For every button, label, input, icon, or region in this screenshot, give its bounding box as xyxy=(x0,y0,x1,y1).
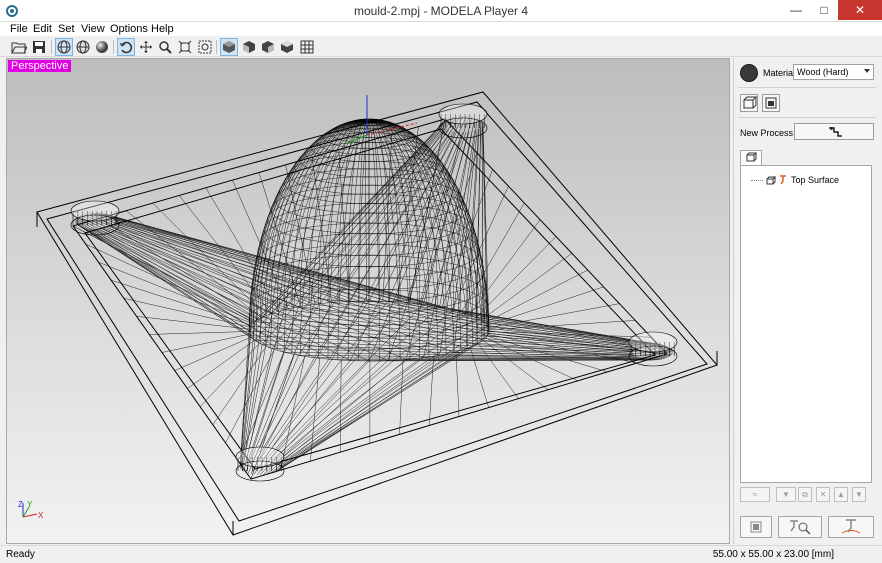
delete-button[interactable]: ✕ xyxy=(816,487,830,502)
title-bar: mould-2.mpj - MODELA Player 4 — □ ✕ xyxy=(0,0,882,22)
process-tree: Top Surface xyxy=(740,165,872,483)
process-icon xyxy=(780,175,786,185)
window-title: mould-2.mpj - MODELA Player 4 xyxy=(353,4,529,18)
pan-icon[interactable] xyxy=(137,38,155,56)
zoom-window-icon[interactable] xyxy=(196,38,214,56)
iso-view-icon[interactable] xyxy=(220,38,238,56)
material-select[interactable]: Wood (Hard) xyxy=(793,64,874,80)
top-view-icon[interactable] xyxy=(278,38,296,56)
axis-triad: Z Y X xyxy=(18,500,44,520)
model-settings-button[interactable] xyxy=(740,94,758,112)
right-panel: Material Wood (Hard) New Process Top Sur… xyxy=(733,58,878,544)
axis-label-y: Y xyxy=(27,500,33,509)
preview-button[interactable] xyxy=(778,516,822,538)
axis-label-x: X xyxy=(38,511,44,520)
copy-button[interactable]: ⧉ xyxy=(798,487,812,502)
model-size-button[interactable] xyxy=(762,94,780,112)
new-process-label: New Process xyxy=(740,128,794,138)
model-icon xyxy=(766,176,776,184)
menu-edit[interactable]: Edit xyxy=(33,23,52,35)
rotate-icon[interactable] xyxy=(117,38,135,56)
fit-icon[interactable] xyxy=(176,38,194,56)
mould-wireframe-model: Z Y X xyxy=(18,91,718,536)
status-text: Ready xyxy=(6,549,35,560)
edit-process-button[interactable]: ▼ xyxy=(776,487,796,502)
save-icon[interactable] xyxy=(30,38,48,56)
minimize-button[interactable]: — xyxy=(782,0,810,20)
new-process-button[interactable] xyxy=(794,123,874,140)
menu-help[interactable]: Help xyxy=(151,23,174,35)
tree-node-top-surface[interactable]: Top Surface xyxy=(751,175,839,185)
menu-set[interactable]: Set xyxy=(58,23,75,35)
front-view-icon[interactable] xyxy=(240,38,258,56)
shaded-view-icon[interactable] xyxy=(93,38,111,56)
material-label: Material xyxy=(763,68,796,78)
material-value: Wood (Hard) xyxy=(797,67,849,77)
menu-file[interactable]: File xyxy=(10,23,28,35)
menu-options[interactable]: Options xyxy=(110,23,148,35)
process-tool-buttons: ≈ ▼ ⧉ ✕ ▲ ▼ xyxy=(740,487,872,504)
open-icon[interactable] xyxy=(10,38,28,56)
menu-view[interactable]: View xyxy=(81,23,105,35)
grid-view-icon[interactable] xyxy=(298,38,316,56)
material-icon[interactable] xyxy=(740,64,758,82)
maximize-button[interactable]: □ xyxy=(810,0,838,20)
move-up-button[interactable]: ▲ xyxy=(834,487,848,502)
stop-button[interactable] xyxy=(740,516,772,538)
chevron-down-icon xyxy=(864,69,870,73)
wireframe-view-icon[interactable] xyxy=(55,38,73,56)
globe-view-icon[interactable] xyxy=(74,38,92,56)
toolbar xyxy=(0,37,882,57)
move-down-button[interactable]: ▼ xyxy=(852,487,866,502)
preview-cut-button[interactable]: ≈ xyxy=(740,487,770,502)
zoom-icon[interactable] xyxy=(156,38,174,56)
axis-label-z: Z xyxy=(18,500,23,509)
menu-bar: File Edit Set View Options Help xyxy=(0,22,882,36)
status-bar: Ready 55.00 x 55.00 x 23.00 [mm] xyxy=(0,545,882,563)
tree-node-label: Top Surface xyxy=(791,175,840,185)
3d-viewport[interactable]: Perspective Z Y X xyxy=(6,58,730,544)
model-dimensions: 55.00 x 55.00 x 23.00 [mm] xyxy=(712,549,834,560)
right-view-icon[interactable] xyxy=(259,38,277,56)
close-button[interactable]: ✕ xyxy=(838,0,882,20)
process-tab[interactable] xyxy=(740,150,762,165)
cut-button[interactable] xyxy=(828,516,874,538)
